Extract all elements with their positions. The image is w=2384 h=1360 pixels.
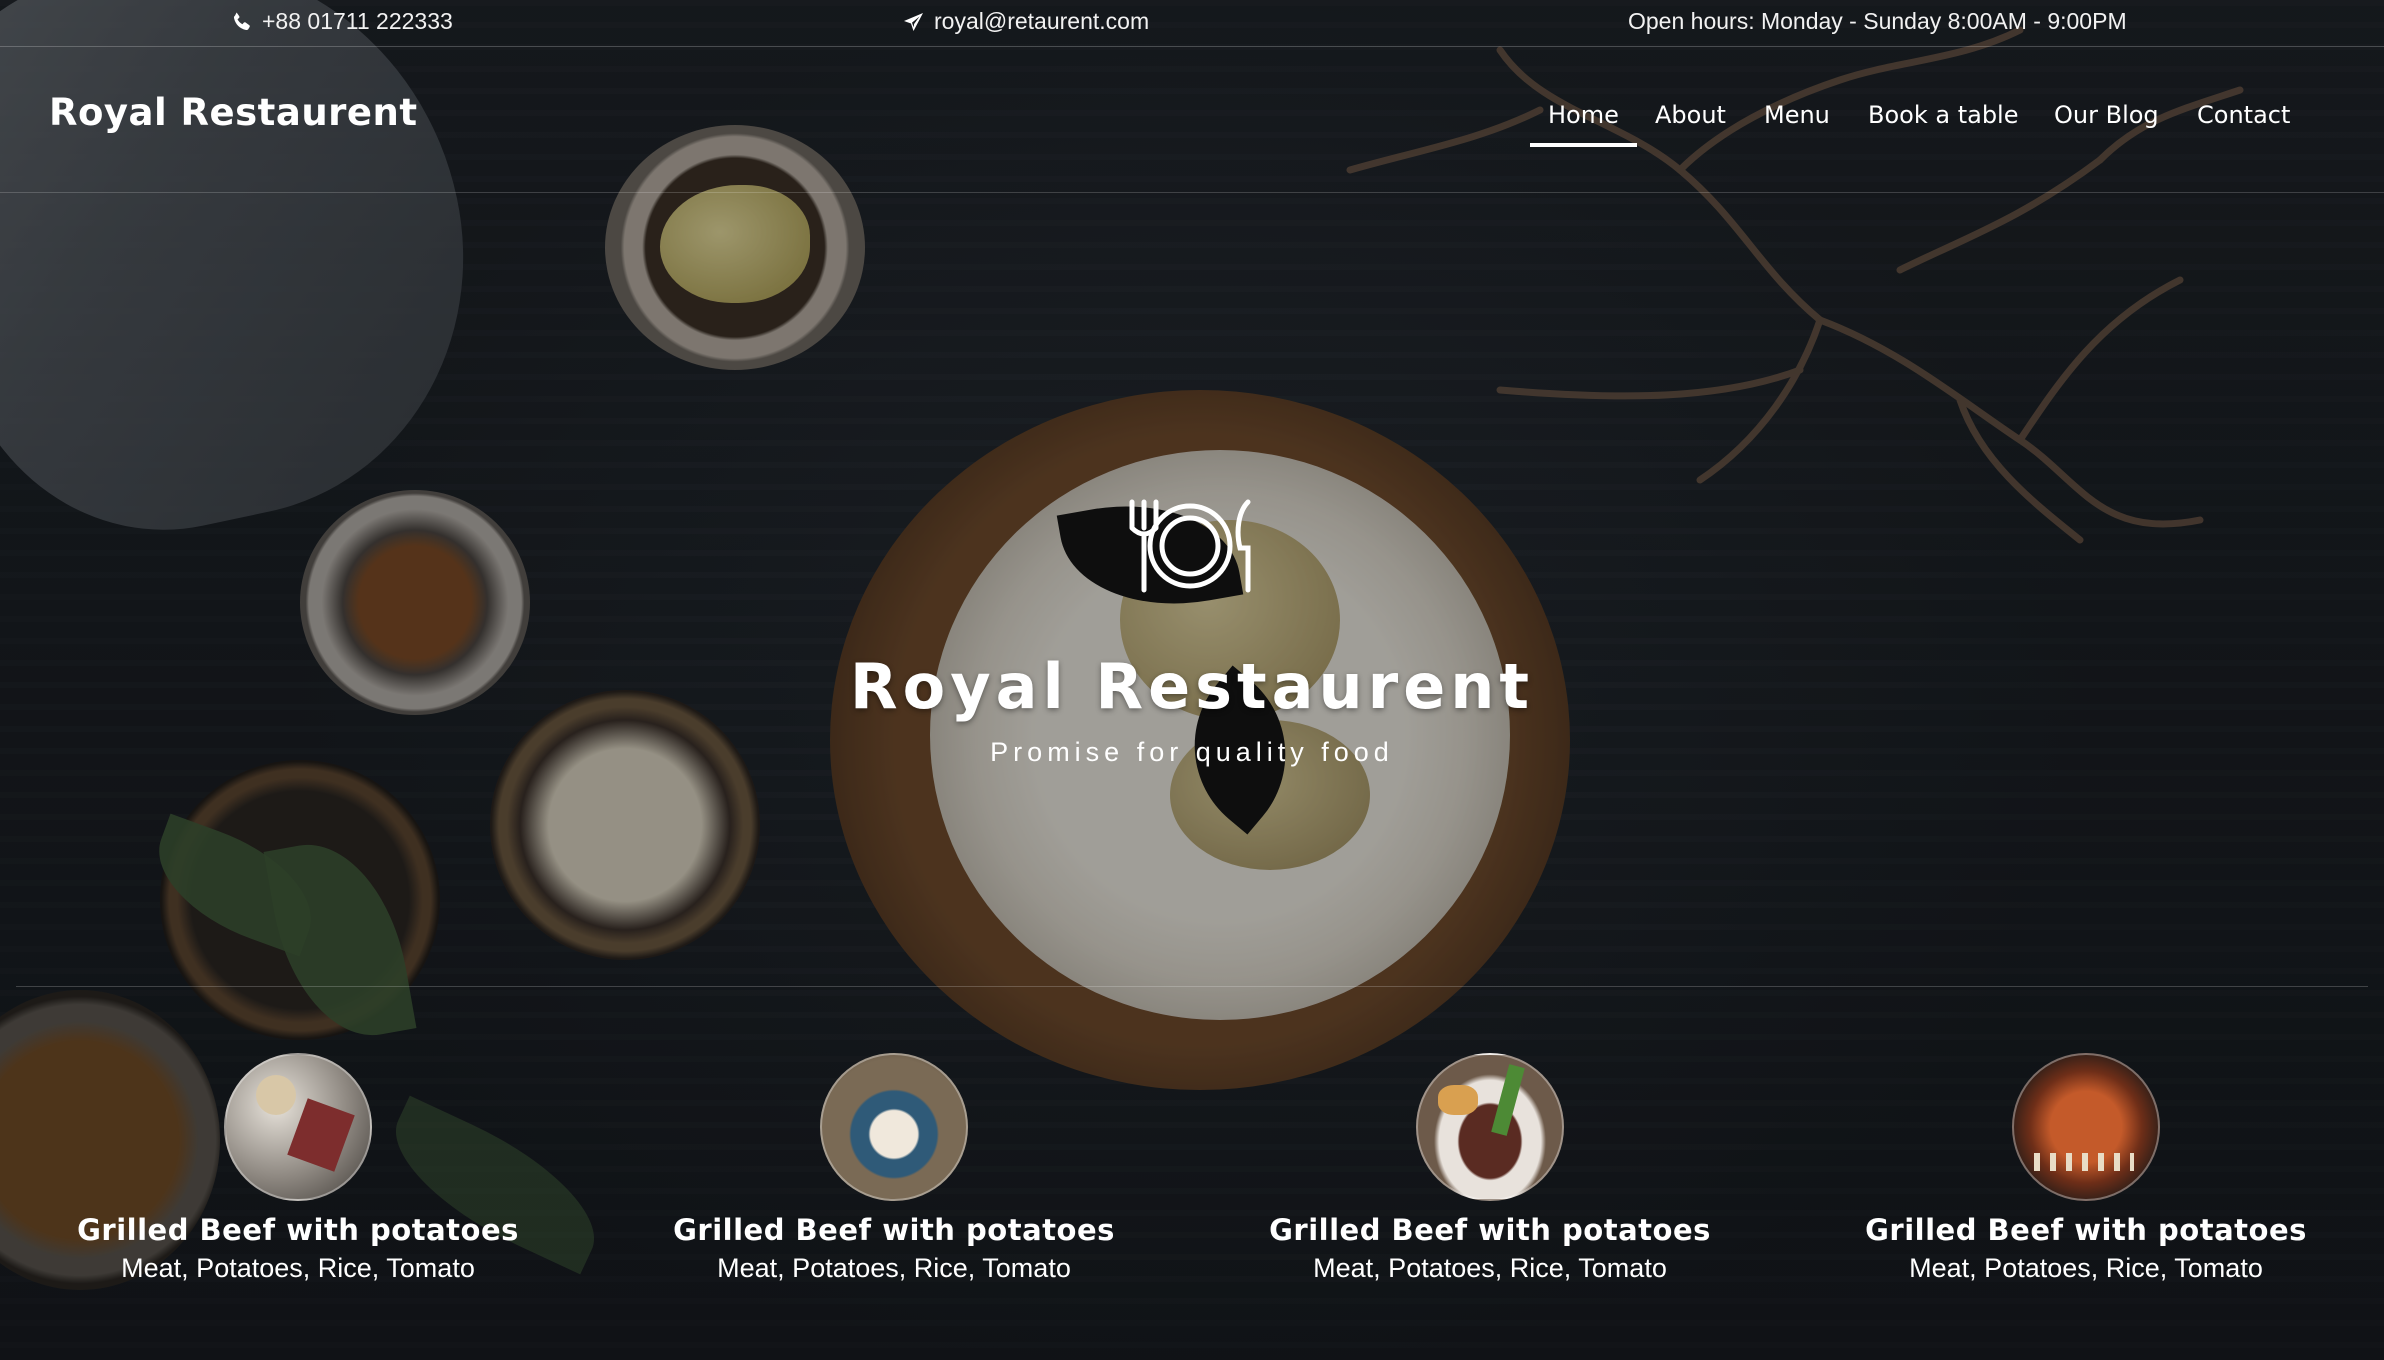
contact-topbar: +88 01711 222333 royal@retaurent.com Ope… <box>0 0 2384 47</box>
dish-image <box>1416 1053 1564 1201</box>
dish-image <box>2012 1053 2160 1201</box>
dish-card[interactable]: Grilled Beef with potatoes Meat, Potatoe… <box>0 1053 596 1284</box>
main-navbar: Royal Restaurent Home About Menu Book a … <box>0 47 2384 193</box>
phone-number: +88 01711 222333 <box>262 8 453 34</box>
brand-logo[interactable]: Royal Restaurent <box>49 91 418 134</box>
section-divider <box>16 986 2368 987</box>
dish-ingredients: Meat, Potatoes, Rice, Tomato <box>1909 1253 2263 1283</box>
dish-name: Grilled Beef with potatoes <box>1865 1213 2307 1247</box>
email-info[interactable]: royal@retaurent.com <box>902 8 1149 35</box>
nav-our-blog[interactable]: Our Blog <box>2054 101 2159 129</box>
dish-ingredients: Meat, Potatoes, Rice, Tomato <box>121 1253 475 1283</box>
dish-image <box>224 1053 372 1201</box>
email-address: royal@retaurent.com <box>934 8 1150 34</box>
phone-icon <box>233 12 250 30</box>
open-hours-text: Open hours: Monday - Sunday 8:00AM - 9:0… <box>1628 8 2127 34</box>
dish-name: Grilled Beef with potatoes <box>77 1213 519 1247</box>
hero-subtitle: Promise for quality food <box>990 737 1394 767</box>
hero-title: Royal Restaurent <box>849 650 1535 723</box>
dish-ingredients: Meat, Potatoes, Rice, Tomato <box>717 1253 1071 1283</box>
dish-card[interactable]: Grilled Beef with potatoes Meat, Potatoe… <box>1788 1053 2384 1284</box>
dish-card[interactable]: Grilled Beef with potatoes Meat, Potatoe… <box>1192 1053 1788 1284</box>
dish-image <box>820 1053 968 1201</box>
nav-contact[interactable]: Contact <box>2197 101 2290 129</box>
dish-name: Grilled Beef with potatoes <box>673 1213 1115 1247</box>
nav-about[interactable]: About <box>1655 101 1726 129</box>
phone-info[interactable]: +88 01711 222333 <box>230 8 453 35</box>
plate-fork-knife-icon <box>1129 499 1251 593</box>
nav-book-a-table[interactable]: Book a table <box>1868 101 2018 129</box>
dish-card[interactable]: Grilled Beef with potatoes Meat, Potatoe… <box>596 1053 1192 1284</box>
paper-plane-icon <box>904 12 923 31</box>
dish-name: Grilled Beef with potatoes <box>1269 1213 1711 1247</box>
nav-home[interactable]: Home <box>1530 101 1637 147</box>
open-hours: Open hours: Monday - Sunday 8:00AM - 9:0… <box>1628 8 2127 35</box>
nav-menu-link[interactable]: Menu <box>1764 101 1830 129</box>
dish-ingredients: Meat, Potatoes, Rice, Tomato <box>1313 1253 1667 1283</box>
